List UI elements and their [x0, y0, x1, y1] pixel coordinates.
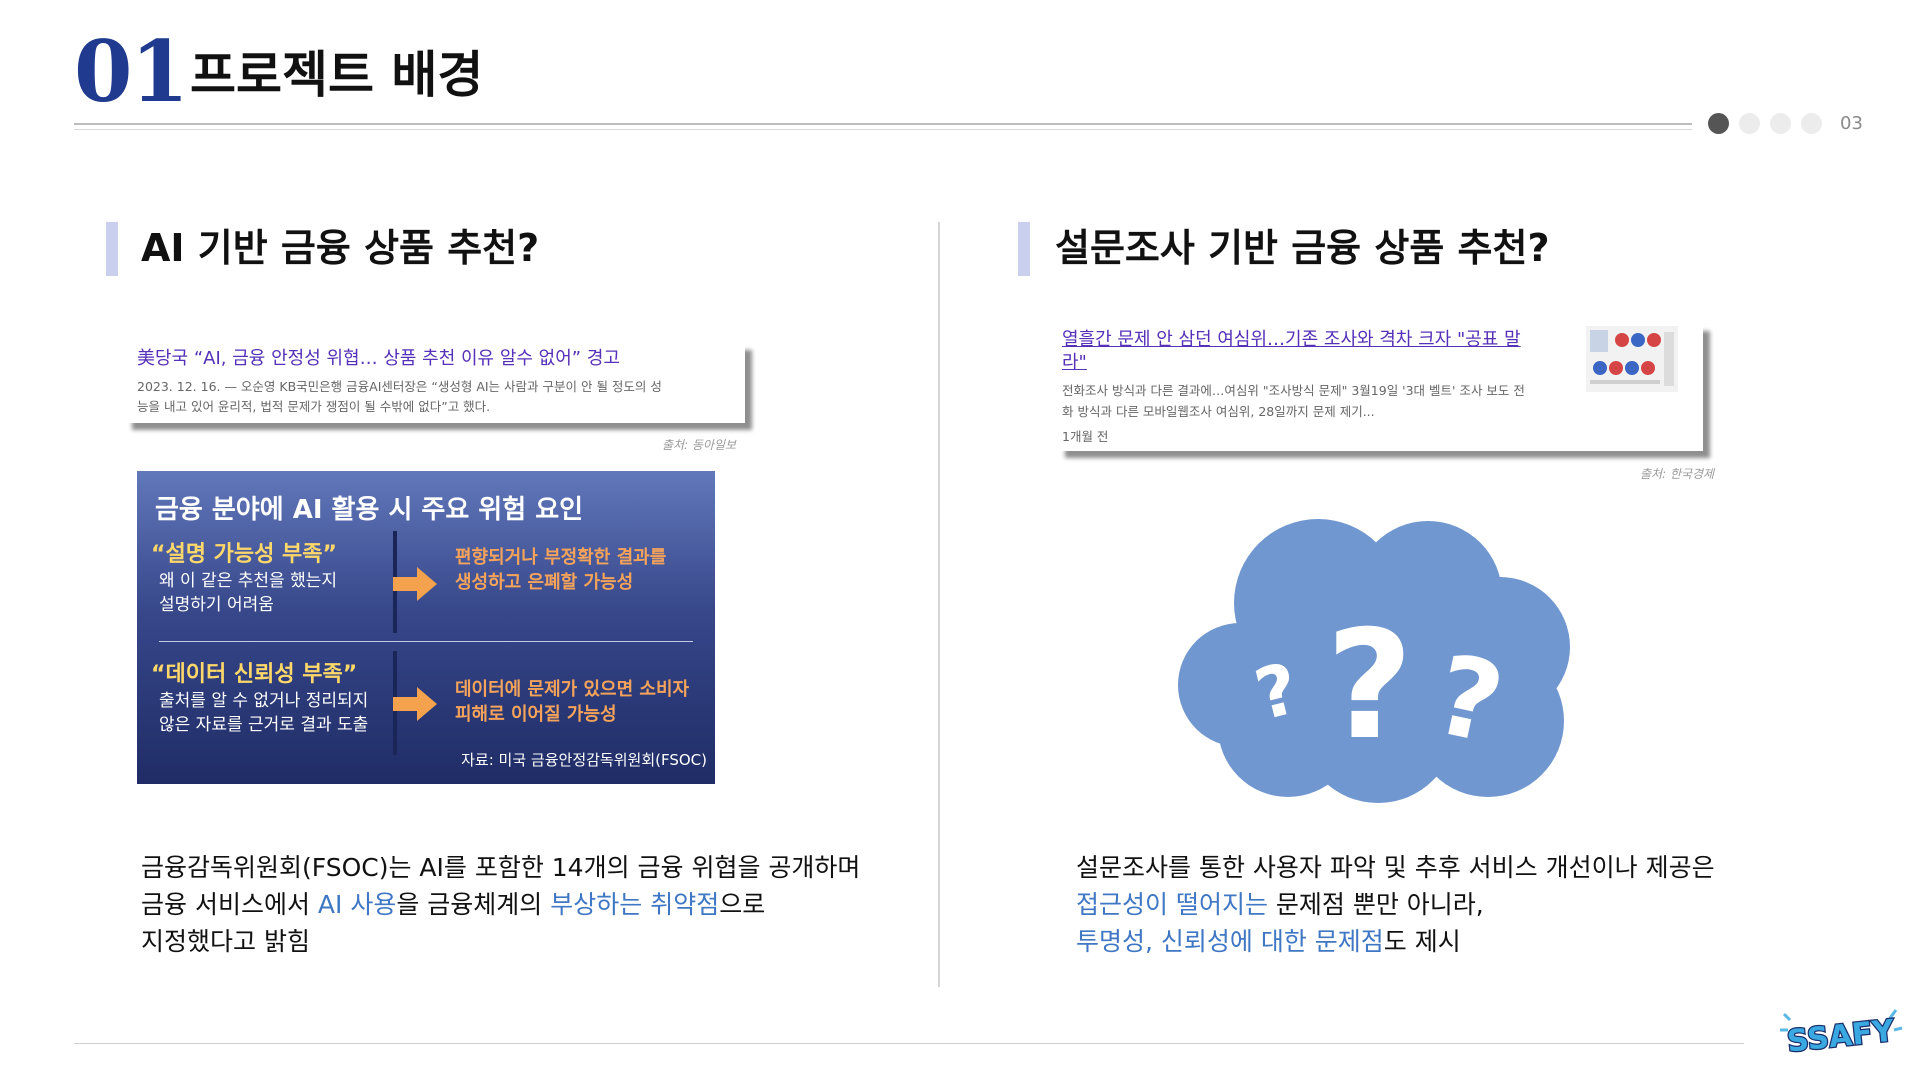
svg-text:?: ? [1326, 599, 1413, 773]
page-dot-1 [1708, 113, 1729, 134]
risk1-arrow-icon [393, 567, 437, 601]
section-title: 프로젝트 배경 [190, 46, 484, 104]
page-dot-2 [1739, 113, 1760, 134]
right-news-card[interactable]: 열흘간 문제 안 삼던 여심위…기존 조사와 격차 크자 "공표 말 라" 전화… [1058, 324, 1703, 451]
right-body-line-3: 투명성, 신뢰성에 대한 문제점도 제시 [1076, 924, 1715, 961]
news-thumbnail-icon [1586, 326, 1678, 392]
right-body-line-1: 설문조사를 통한 사용자 파악 및 추후 서비스 개선이나 제공은 [1076, 853, 1715, 882]
page-number: 03 [1840, 113, 1863, 134]
column-divider [938, 222, 940, 987]
left-news-snippet-2: 능을 내고 있어 윤리적, 법적 문제가 쟁점이 될 수밖에 없다”고 했다. [137, 399, 491, 414]
right-news-headline[interactable]: 열흘간 문제 안 삼던 여심위…기존 조사와 격차 크자 "공표 말 라" [1062, 328, 1582, 375]
left-heading: AI 기반 금융 상품 추천? [141, 226, 540, 270]
left-news-snippet-1: 2023. 12. 16. — 오순영 KB국민은행 금융AI센터장은 “생성형… [137, 379, 662, 394]
left-news-card[interactable]: 美당국 “AI, 금융 안정성 위협… 상품 추천 이유 알수 없어” 경고 2… [125, 343, 745, 423]
section-number: 01 [74, 22, 189, 121]
left-news-credit: 출처: 동아일보 [662, 438, 737, 452]
highlight-low-accessibility: 접근성이 떨어지는 [1076, 889, 1268, 919]
right-body-text-span: 문제점 뿐만 아니라, [1267, 889, 1484, 919]
infographic-title: 금융 분야에 AI 활용 시 주요 위험 요인 [155, 495, 584, 525]
risk1-desc-1: 왜 이 같은 추천을 했는지 [159, 571, 338, 591]
header-divider [74, 123, 1692, 125]
left-body-line-2: 금융 서비스에서 AI 사용을 금융체계의 부상하는 취약점으로 [141, 887, 860, 924]
right-news-snippet-2: 화 방식과 다른 모바일웹조사 여심위, 28일까지 문제 제기... [1062, 404, 1375, 419]
footer-divider [74, 1043, 1744, 1044]
left-body-line-3: 지정했다고 밝힘 [141, 926, 310, 956]
right-heading: 설문조사 기반 금융 상품 추천? [1055, 226, 1550, 270]
risk2-result-2: 피해로 이어질 가능성 [455, 704, 617, 725]
right-heading-bar [1018, 222, 1030, 276]
infographic-source: 자료: 미국 금융안정감독위원회(FSOC) [461, 751, 707, 769]
right-news-headline-line-1[interactable]: 열흘간 문제 안 삼던 여심위…기존 조사와 격차 크자 "공표 말 [1062, 328, 1582, 351]
left-body-line-1: 금융감독위원회(FSOC)는 AI를 포함한 14개의 금융 위협을 공개하며 [141, 853, 861, 882]
right-news-snippet-1: 전화조사 방식과 다른 결과에…여심위 "조사방식 문제" 3월19일 '3대 … [1062, 383, 1525, 398]
left-body-text-span: 으로 [719, 889, 766, 919]
highlight-transparency-reliability: 투명성, 신뢰성에 대한 문제점 [1076, 926, 1384, 956]
risk2-heading: “데이터 신뢰성 부족” [151, 662, 358, 687]
risk1-heading: “설명 가능성 부족” [151, 542, 337, 567]
left-news-headline[interactable]: 美당국 “AI, 금융 안정성 위협… 상품 추천 이유 알수 없어” 경고 [137, 347, 620, 370]
right-body-text-span: 도 제시 [1383, 926, 1461, 956]
left-heading-bar [106, 222, 118, 276]
risk2-arrow-icon [393, 687, 437, 721]
risk2-desc-2: 않은 자료를 근거로 결과 도출 [159, 715, 369, 735]
risk-infographic: 금융 분야에 AI 활용 시 주요 위험 요인 “설명 가능성 부족” 왜 이 … [137, 471, 715, 784]
risk2-desc-1: 출처를 알 수 없거나 정리되지 [159, 691, 369, 711]
svg-text:SSAFY: SSAFY [1785, 1013, 1897, 1059]
page-dot-4 [1801, 113, 1822, 134]
risk1-desc-2: 설명하기 어려움 [159, 595, 274, 615]
header-divider-thin [74, 129, 1692, 130]
page-dot-3 [1770, 113, 1791, 134]
right-body-text: 설문조사를 통한 사용자 파악 및 추후 서비스 개선이나 제공은 접근성이 떨… [1076, 850, 1715, 960]
risk1-result-2: 생성하고 은폐할 가능성 [455, 572, 634, 593]
right-news-headline-line-2[interactable]: 라" [1062, 351, 1582, 374]
right-news-credit: 출처: 한국경제 [1640, 467, 1715, 481]
highlight-ai-usage: AI 사용 [317, 889, 397, 919]
right-news-time: 1개월 전 [1062, 429, 1109, 444]
question-cloud-icon: ? ? ? [1178, 519, 1570, 803]
left-body-text: 금융감독위원회(FSOC)는 AI를 포함한 14개의 금융 위협을 공개하며 … [141, 850, 860, 960]
left-body-text-span: 을 금융체계의 [396, 889, 551, 919]
risk1-result-1: 편향되거나 부정확한 결과를 [455, 547, 667, 568]
right-body-line-2: 접근성이 떨어지는 문제점 뿐만 아니라, [1076, 887, 1715, 924]
ssafy-logo: SSAFY [1780, 1009, 1903, 1061]
risk2-result-1: 데이터에 문제가 있으면 소비자 [455, 679, 690, 700]
left-body-text-span: 금융 서비스에서 [141, 889, 318, 919]
highlight-emerging-vulnerability: 부상하는 취약점 [550, 889, 720, 919]
infographic-divider [159, 641, 693, 642]
page-indicator [1708, 113, 1822, 134]
